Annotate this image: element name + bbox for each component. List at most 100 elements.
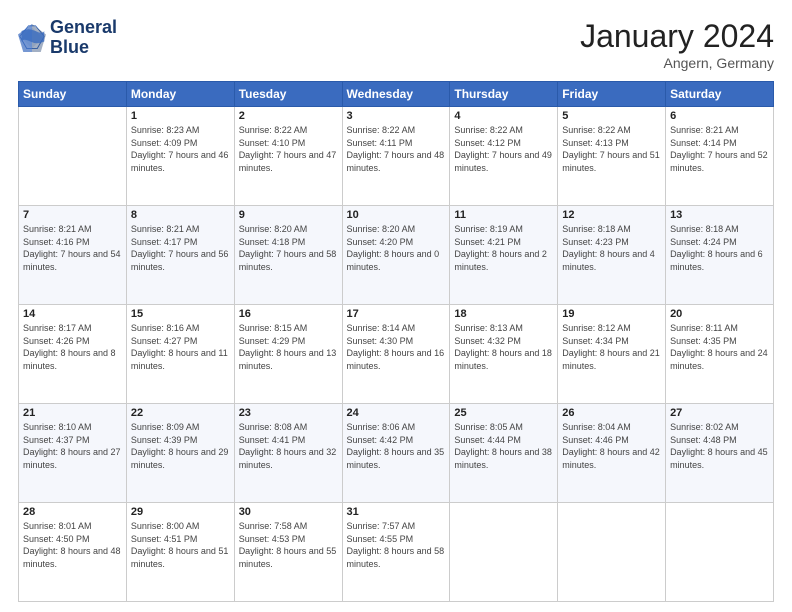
col-monday: Monday xyxy=(126,82,234,107)
calendar-cell-w5-d4: 31 Sunrise: 7:57 AMSunset: 4:55 PMDayligh… xyxy=(342,503,450,602)
day-info: Sunrise: 7:57 AMSunset: 4:55 PMDaylight:… xyxy=(347,520,446,570)
day-info: Sunrise: 8:22 AMSunset: 4:11 PMDaylight:… xyxy=(347,124,446,174)
day-info: Sunrise: 8:20 AMSunset: 4:18 PMDaylight:… xyxy=(239,223,338,273)
day-info: Sunrise: 8:18 AMSunset: 4:24 PMDaylight:… xyxy=(670,223,769,273)
day-number: 4 xyxy=(454,110,553,122)
calendar-cell-w2-d6: 12Sunrise: 8:18 AMSunset: 4:23 PMDayligh… xyxy=(558,206,666,305)
calendar-week-1: 1 Sunrise: 8:23 AMSunset: 4:09 PMDaylight… xyxy=(19,107,774,206)
day-info: Sunrise: 8:21 AMSunset: 4:17 PMDaylight:… xyxy=(131,223,230,273)
calendar-cell-w5-d5 xyxy=(450,503,558,602)
calendar-cell-w5-d1: 28 Sunrise: 8:01 AMSunset: 4:50 PMDayligh… xyxy=(19,503,127,602)
calendar-cell-w3-d4: 17Sunrise: 8:14 AMSunset: 4:30 PMDayligh… xyxy=(342,305,450,404)
title-month: January 2024 xyxy=(580,18,774,55)
day-info: Sunrise: 8:06 AMSunset: 4:42 PMDaylight:… xyxy=(347,421,446,471)
calendar-cell-w4-d3: 23 Sunrise: 8:08 AMSunset: 4:41 PMDayligh… xyxy=(234,404,342,503)
calendar-cell-w5-d6 xyxy=(558,503,666,602)
calendar-cell-w4-d6: 26 Sunrise: 8:04 AMSunset: 4:46 PMDayligh… xyxy=(558,404,666,503)
day-number: 21 xyxy=(23,407,122,419)
day-info: Sunrise: 8:13 AMSunset: 4:32 PMDaylight:… xyxy=(454,322,553,372)
col-saturday: Saturday xyxy=(666,82,774,107)
calendar-cell-w5-d2: 29 Sunrise: 8:00 AMSunset: 4:51 PMDayligh… xyxy=(126,503,234,602)
title-location: Angern, Germany xyxy=(580,55,774,71)
day-number: 11 xyxy=(454,209,553,221)
calendar-cell-w5-d3: 30 Sunrise: 7:58 AMSunset: 4:53 PMDayligh… xyxy=(234,503,342,602)
calendar-cell-w4-d7: 27Sunrise: 8:02 AMSunset: 4:48 PMDayligh… xyxy=(666,404,774,503)
day-number: 16 xyxy=(239,308,338,320)
header: General Blue January 2024 Angern, German… xyxy=(18,18,774,71)
day-number: 7 xyxy=(23,209,122,221)
col-wednesday: Wednesday xyxy=(342,82,450,107)
day-info: Sunrise: 8:22 AMSunset: 4:10 PMDaylight:… xyxy=(239,124,338,174)
day-number: 25 xyxy=(454,407,553,419)
day-info: Sunrise: 8:22 AMSunset: 4:13 PMDaylight:… xyxy=(562,124,661,174)
calendar-cell-w3-d5: 18Sunrise: 8:13 AMSunset: 4:32 PMDayligh… xyxy=(450,305,558,404)
day-info: Sunrise: 8:05 AMSunset: 4:44 PMDaylight:… xyxy=(454,421,553,471)
calendar-cell-w3-d6: 19 Sunrise: 8:12 AMSunset: 4:34 PMDayligh… xyxy=(558,305,666,404)
day-info: Sunrise: 8:09 AMSunset: 4:39 PMDaylight:… xyxy=(131,421,230,471)
calendar-cell-w1-d2: 1 Sunrise: 8:23 AMSunset: 4:09 PMDaylight… xyxy=(126,107,234,206)
calendar-cell-w4-d1: 21Sunrise: 8:10 AMSunset: 4:37 PMDayligh… xyxy=(19,404,127,503)
calendar-cell-w3-d7: 20Sunrise: 8:11 AMSunset: 4:35 PMDayligh… xyxy=(666,305,774,404)
day-info: Sunrise: 8:08 AMSunset: 4:41 PMDaylight:… xyxy=(239,421,338,471)
calendar-cell-w2-d5: 11Sunrise: 8:19 AMSunset: 4:21 PMDayligh… xyxy=(450,206,558,305)
day-number: 2 xyxy=(239,110,338,122)
day-number: 29 xyxy=(131,506,230,518)
day-number: 14 xyxy=(23,308,122,320)
calendar-week-4: 21Sunrise: 8:10 AMSunset: 4:37 PMDayligh… xyxy=(19,404,774,503)
day-number: 8 xyxy=(131,209,230,221)
day-number: 20 xyxy=(670,308,769,320)
day-number: 6 xyxy=(670,110,769,122)
day-number: 3 xyxy=(347,110,446,122)
day-number: 28 xyxy=(23,506,122,518)
calendar-cell-w5-d7 xyxy=(666,503,774,602)
day-number: 19 xyxy=(562,308,661,320)
day-number: 9 xyxy=(239,209,338,221)
day-info: Sunrise: 8:12 AMSunset: 4:34 PMDaylight:… xyxy=(562,322,661,372)
day-number: 30 xyxy=(239,506,338,518)
logo-line2: Blue xyxy=(50,38,117,58)
calendar-cell-w4-d4: 24 Sunrise: 8:06 AMSunset: 4:42 PMDayligh… xyxy=(342,404,450,503)
calendar-cell-w1-d3: 2 Sunrise: 8:22 AMSunset: 4:10 PMDaylight… xyxy=(234,107,342,206)
calendar-cell-w1-d7: 6 Sunrise: 8:21 AMSunset: 4:14 PMDaylight… xyxy=(666,107,774,206)
day-number: 13 xyxy=(670,209,769,221)
day-info: Sunrise: 8:01 AMSunset: 4:50 PMDaylight:… xyxy=(23,520,122,570)
day-number: 26 xyxy=(562,407,661,419)
day-number: 10 xyxy=(347,209,446,221)
logo-line1: General xyxy=(50,18,117,38)
day-info: Sunrise: 8:18 AMSunset: 4:23 PMDaylight:… xyxy=(562,223,661,273)
day-number: 5 xyxy=(562,110,661,122)
day-number: 27 xyxy=(670,407,769,419)
calendar-cell-w3-d3: 16 Sunrise: 8:15 AMSunset: 4:29 PMDayligh… xyxy=(234,305,342,404)
day-number: 31 xyxy=(347,506,446,518)
day-number: 24 xyxy=(347,407,446,419)
day-number: 15 xyxy=(131,308,230,320)
day-info: Sunrise: 7:58 AMSunset: 4:53 PMDaylight:… xyxy=(239,520,338,570)
day-number: 1 xyxy=(131,110,230,122)
day-info: Sunrise: 8:21 AMSunset: 4:16 PMDaylight:… xyxy=(23,223,122,273)
calendar-cell-w1-d1 xyxy=(19,107,127,206)
day-info: Sunrise: 8:14 AMSunset: 4:30 PMDaylight:… xyxy=(347,322,446,372)
day-info: Sunrise: 8:21 AMSunset: 4:14 PMDaylight:… xyxy=(670,124,769,174)
calendar-cell-w2-d2: 8 Sunrise: 8:21 AMSunset: 4:17 PMDaylight… xyxy=(126,206,234,305)
day-info: Sunrise: 8:23 AMSunset: 4:09 PMDaylight:… xyxy=(131,124,230,174)
col-friday: Friday xyxy=(558,82,666,107)
day-info: Sunrise: 8:15 AMSunset: 4:29 PMDaylight:… xyxy=(239,322,338,372)
calendar-cell-w2-d1: 7 Sunrise: 8:21 AMSunset: 4:16 PMDaylight… xyxy=(19,206,127,305)
day-info: Sunrise: 8:20 AMSunset: 4:20 PMDaylight:… xyxy=(347,223,446,273)
day-info: Sunrise: 8:00 AMSunset: 4:51 PMDaylight:… xyxy=(131,520,230,570)
calendar-table: Sunday Monday Tuesday Wednesday Thursday… xyxy=(18,81,774,602)
logo: General Blue xyxy=(18,18,117,58)
calendar-week-2: 7 Sunrise: 8:21 AMSunset: 4:16 PMDaylight… xyxy=(19,206,774,305)
calendar-week-3: 14Sunrise: 8:17 AMSunset: 4:26 PMDayligh… xyxy=(19,305,774,404)
day-number: 23 xyxy=(239,407,338,419)
calendar-cell-w1-d6: 5 Sunrise: 8:22 AMSunset: 4:13 PMDaylight… xyxy=(558,107,666,206)
day-info: Sunrise: 8:22 AMSunset: 4:12 PMDaylight:… xyxy=(454,124,553,174)
calendar-cell-w4-d2: 22 Sunrise: 8:09 AMSunset: 4:39 PMDayligh… xyxy=(126,404,234,503)
page: General Blue January 2024 Angern, German… xyxy=(0,0,792,612)
calendar-cell-w3-d1: 14Sunrise: 8:17 AMSunset: 4:26 PMDayligh… xyxy=(19,305,127,404)
calendar-cell-w2-d3: 9 Sunrise: 8:20 AMSunset: 4:18 PMDaylight… xyxy=(234,206,342,305)
calendar-header-row: Sunday Monday Tuesday Wednesday Thursday… xyxy=(19,82,774,107)
logo-text: General Blue xyxy=(50,18,117,58)
day-info: Sunrise: 8:04 AMSunset: 4:46 PMDaylight:… xyxy=(562,421,661,471)
day-number: 22 xyxy=(131,407,230,419)
